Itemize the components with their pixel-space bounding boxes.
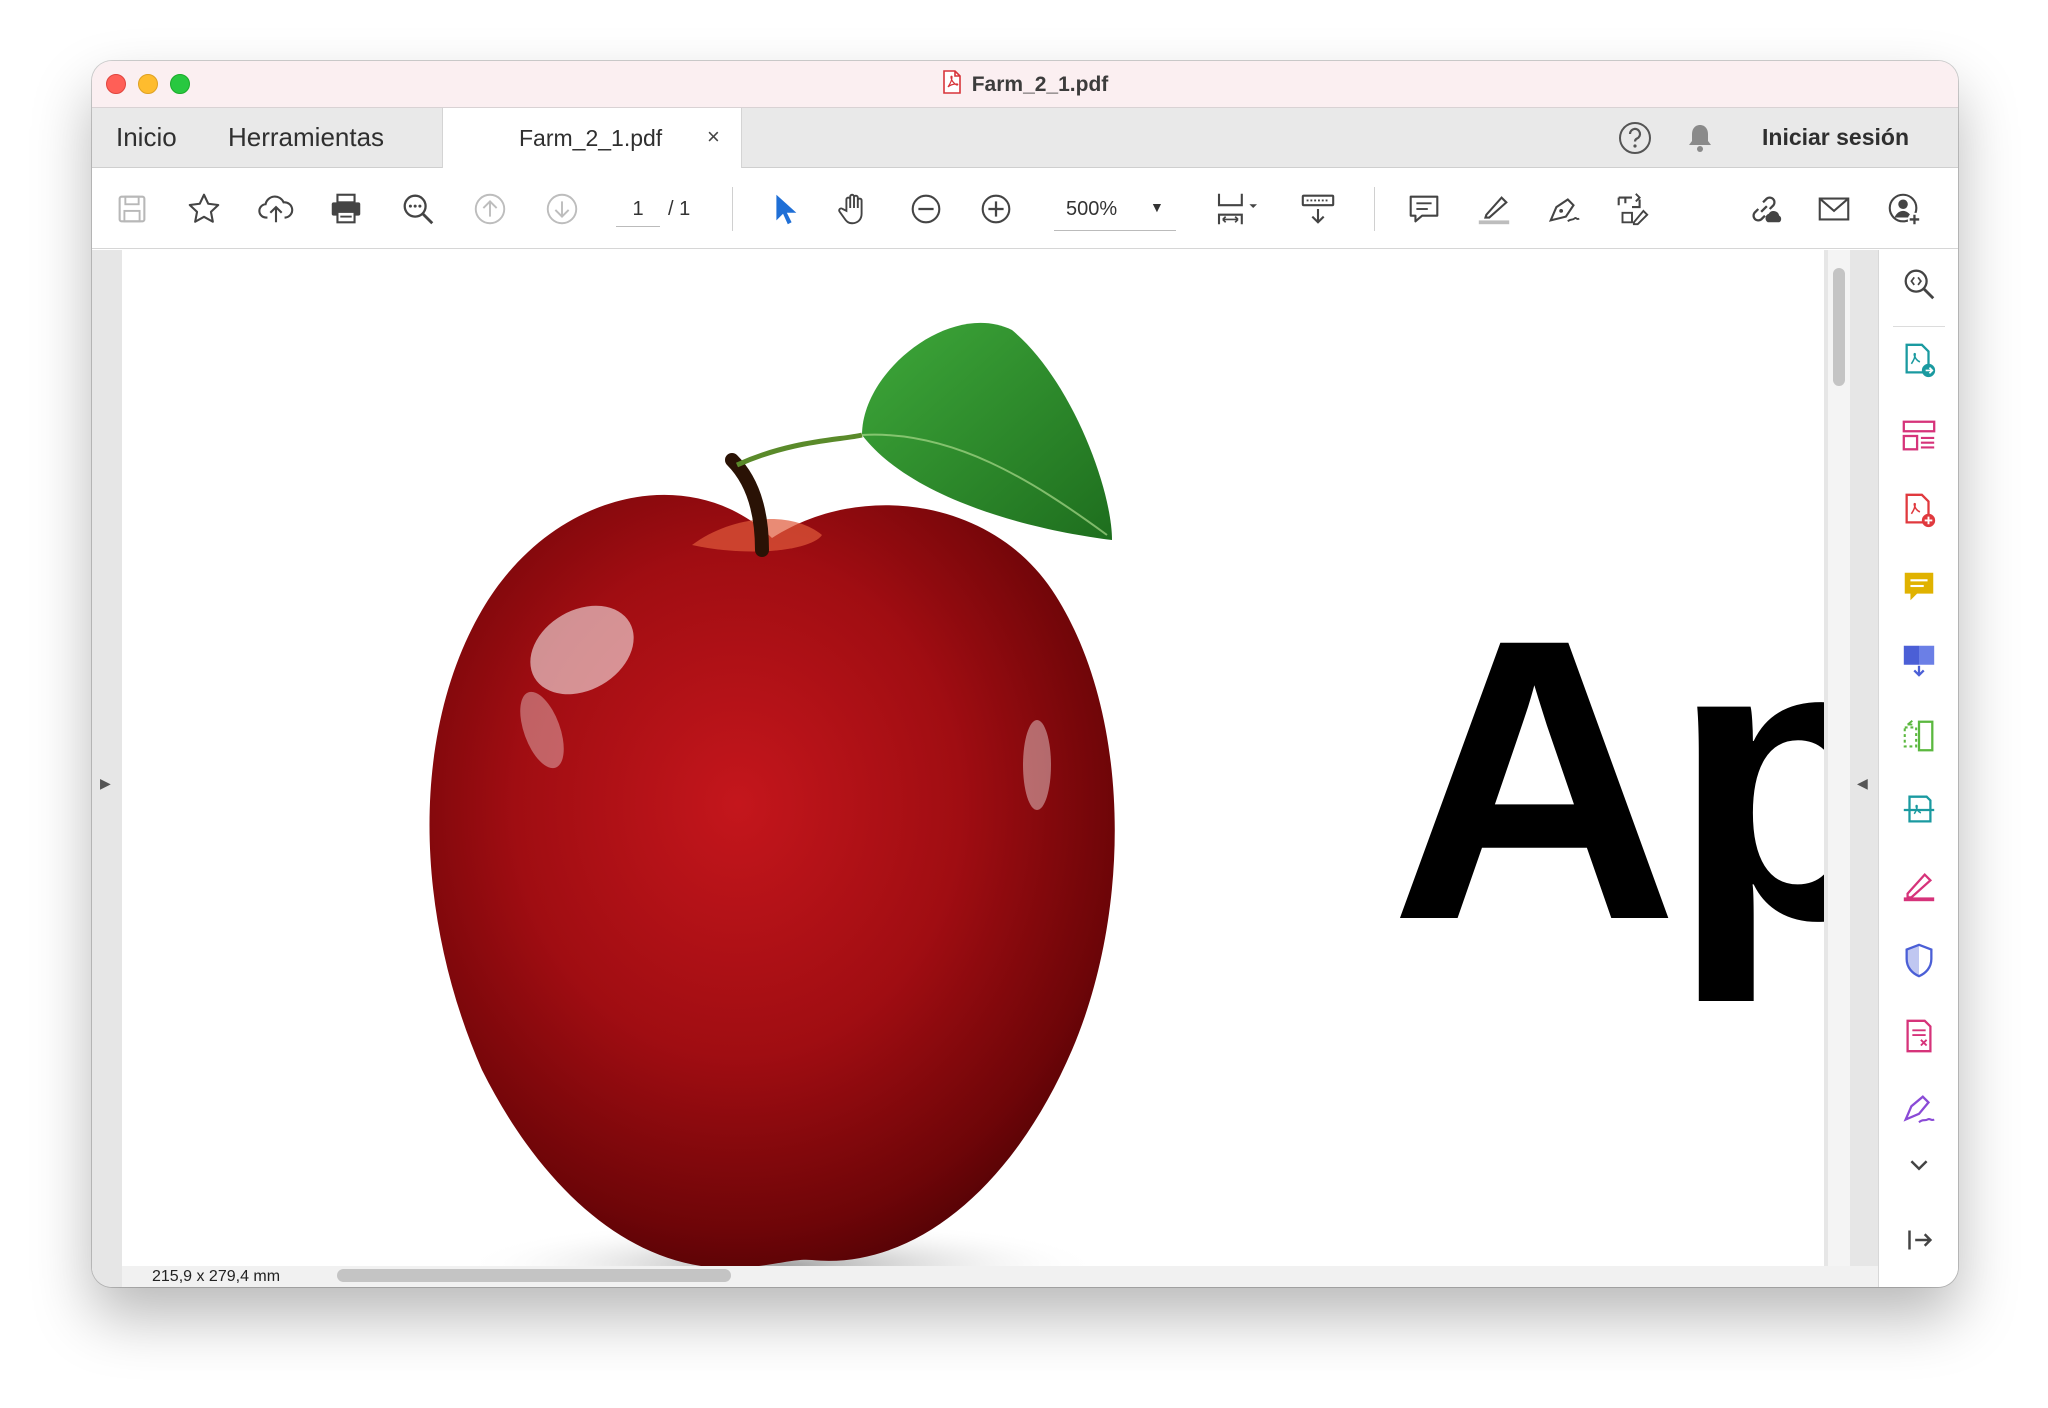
- notifications-bell-icon[interactable]: [1682, 120, 1718, 161]
- zoom-level-select[interactable]: 500% ▼: [1054, 189, 1176, 231]
- horizontal-scroll-thumb[interactable]: [337, 1269, 731, 1282]
- page-number-input[interactable]: 1: [616, 191, 660, 227]
- tab-document[interactable]: Farm_2_1.pdf ×: [442, 108, 742, 168]
- add-user-icon[interactable]: [1884, 189, 1924, 229]
- tab-bar: Inicio Herramientas Farm_2_1.pdf × Inici…: [92, 108, 1958, 168]
- tab-tools[interactable]: Herramientas: [228, 108, 384, 167]
- page-dimensions: 215,9 x 279,4 mm: [152, 1268, 281, 1285]
- page-heading-text: Ap: [1390, 556, 1824, 1003]
- window-title: Farm_2_1.pdf: [92, 61, 1958, 108]
- comment-tool-icon[interactable]: [1899, 566, 1939, 606]
- right-tools-panel: [1878, 250, 1958, 1287]
- edit-pdf-icon[interactable]: [1612, 189, 1652, 229]
- left-panel-expand-icon[interactable]: ▶: [100, 775, 111, 792]
- page-fit-icon[interactable]: [1210, 189, 1266, 229]
- highlight-icon[interactable]: [1474, 189, 1514, 229]
- toolbar-divider: [1374, 187, 1375, 231]
- prev-page-icon[interactable]: [470, 189, 510, 229]
- compress-icon[interactable]: [1899, 716, 1939, 756]
- prepare-form-icon[interactable]: [1899, 1016, 1939, 1056]
- document-viewport[interactable]: ▶ Ap ◀ 215,9 x 279,4 mm: [92, 250, 1904, 1287]
- hand-icon[interactable]: [834, 189, 874, 229]
- status-bar: 215,9 x 279,4 mm: [122, 1266, 1904, 1287]
- email-icon[interactable]: [1814, 189, 1854, 229]
- title-bar: Farm_2_1.pdf: [92, 61, 1958, 108]
- panel-divider: [1893, 326, 1945, 327]
- chevron-down-icon: ▼: [1150, 199, 1164, 215]
- scan-icon[interactable]: [1899, 790, 1939, 830]
- find-icon[interactable]: [398, 189, 438, 229]
- zoom-in-icon[interactable]: [976, 189, 1016, 229]
- save-icon[interactable]: [112, 189, 152, 229]
- sign-in-button[interactable]: Iniciar sesión: [1762, 124, 1909, 151]
- app-window: Farm_2_1.pdf Inicio Herramientas Farm_2_…: [92, 61, 1958, 1287]
- upload-cloud-icon[interactable]: [256, 189, 296, 229]
- request-signature-icon[interactable]: [1899, 1090, 1939, 1130]
- help-icon[interactable]: [1617, 120, 1653, 161]
- select-arrow-icon[interactable]: [764, 189, 804, 229]
- pdf-page: Ap: [122, 250, 1824, 1266]
- close-tab-icon[interactable]: ×: [707, 124, 720, 150]
- collapse-panel-icon[interactable]: [1899, 1220, 1939, 1260]
- organize-pages-icon[interactable]: [1899, 416, 1939, 456]
- search-zoom-icon[interactable]: [1899, 264, 1939, 304]
- tab-home[interactable]: Inicio: [116, 108, 177, 167]
- bookmark-star-icon[interactable]: [184, 189, 224, 229]
- scrolling-mode-icon[interactable]: [1298, 189, 1338, 229]
- vertical-scroll-thumb[interactable]: [1833, 268, 1845, 386]
- right-panel-collapse-icon[interactable]: ◀: [1857, 775, 1868, 792]
- vertical-scrollbar[interactable]: [1828, 250, 1850, 1266]
- window-title-text: Farm_2_1.pdf: [971, 72, 1109, 96]
- pdf-file-icon: [942, 70, 962, 99]
- zoom-level-value: 500%: [1066, 198, 1118, 220]
- create-pdf-icon[interactable]: [1899, 490, 1939, 530]
- share-link-icon[interactable]: [1744, 189, 1784, 229]
- more-tools-chevron-icon[interactable]: [1899, 1150, 1939, 1180]
- export-pdf-icon[interactable]: [1899, 340, 1939, 380]
- comment-icon[interactable]: [1404, 189, 1444, 229]
- document-tab-label: Farm_2_1.pdf: [519, 125, 663, 151]
- main-toolbar: 1 / 1 500% ▼: [92, 169, 1958, 249]
- zoom-out-icon[interactable]: [906, 189, 946, 229]
- page-total: / 1: [668, 198, 691, 220]
- next-page-icon[interactable]: [542, 189, 582, 229]
- apple-image: [429, 322, 1115, 1266]
- fill-sign-icon[interactable]: [1899, 866, 1939, 906]
- sign-icon[interactable]: [1544, 189, 1584, 229]
- protect-icon[interactable]: [1899, 940, 1939, 980]
- print-icon[interactable]: [326, 189, 366, 229]
- combine-files-icon[interactable]: [1899, 640, 1939, 680]
- toolbar-divider: [732, 187, 733, 231]
